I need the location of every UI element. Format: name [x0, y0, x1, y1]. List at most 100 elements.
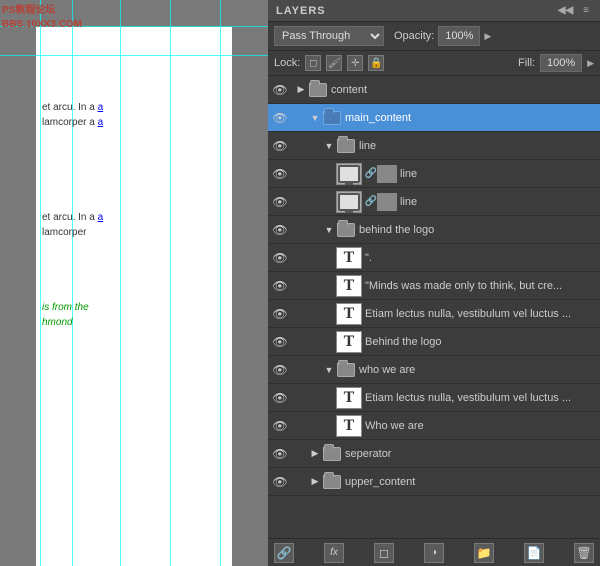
- text1-link2: a: [98, 117, 104, 128]
- text1-line2: lamcorper a: [42, 117, 95, 128]
- text2-line2: lamcorper: [42, 225, 103, 240]
- visibility-icon[interactable]: 👁: [270, 216, 290, 244]
- layer-delete-btn[interactable]: 🗑: [574, 543, 594, 563]
- layer-name: "Minds was made only to think, but cre..…: [365, 280, 598, 292]
- layer-name: Etiam lectus nulla, vestibulum vel luctu…: [365, 308, 598, 320]
- lock-pixel-btn[interactable]: ◻: [305, 55, 321, 71]
- layer-row[interactable]: 👁 T Behind the logo: [268, 328, 600, 356]
- layer-name: line: [400, 168, 598, 180]
- layer-group-btn[interactable]: 📁: [474, 543, 494, 563]
- layer-fx-btn[interactable]: fx: [324, 543, 344, 563]
- layer-name: Behind the logo: [365, 336, 598, 348]
- visibility-icon[interactable]: 👁: [270, 160, 290, 188]
- panel-title: LAYERS: [276, 5, 326, 17]
- visibility-icon[interactable]: 👁: [270, 412, 290, 440]
- text2-link: a: [98, 212, 104, 223]
- visibility-icon[interactable]: 👁: [270, 468, 290, 496]
- fill-label: Fill:: [518, 57, 535, 69]
- layers-list: 👁 ▶ content 👁 ▼ main_content 👁 ▼ line 👁: [268, 76, 600, 538]
- lock-label: Lock:: [274, 57, 300, 69]
- visibility-icon[interactable]: 👁: [270, 188, 290, 216]
- layer-row[interactable]: 👁 🔗 line: [268, 160, 600, 188]
- toolbar-row2: Lock: ◻ 🖌 ✛ 🔒 Fill: ▶: [268, 51, 600, 76]
- layer-row[interactable]: 👁 T ".: [268, 244, 600, 272]
- layer-thumbnail: T: [336, 415, 362, 437]
- layer-row[interactable]: 👁 ▼ main_content: [268, 104, 600, 132]
- opacity-arrow[interactable]: ▶: [484, 31, 491, 42]
- layer-name: ".: [365, 252, 598, 264]
- layer-name: upper_content: [345, 476, 598, 488]
- visibility-icon[interactable]: 👁: [270, 244, 290, 272]
- panel-menu-btn[interactable]: ≡: [580, 5, 592, 16]
- expand-triangle[interactable]: ▶: [308, 440, 322, 468]
- link-chain-icon: 🔗: [365, 163, 377, 185]
- lock-move-btn[interactable]: ✛: [347, 55, 363, 71]
- layer-row[interactable]: 👁 T Etiam lectus nulla, vestibulum vel l…: [268, 300, 600, 328]
- panel-header-controls: ◀◀ ≡: [555, 5, 592, 16]
- text3-line2: hmond: [42, 315, 89, 330]
- text3-line1: is from the: [42, 300, 89, 315]
- panel-bottom-toolbar: 🔗 fx ◻ ◑ 📁 📄 🗑: [268, 538, 600, 566]
- visibility-icon[interactable]: 👁: [270, 76, 290, 104]
- layer-mask-btn[interactable]: ◻: [374, 543, 394, 563]
- expand-triangle[interactable]: ▼: [308, 104, 322, 132]
- visibility-icon[interactable]: 👁: [270, 328, 290, 356]
- layer-thumbnail: [336, 191, 362, 213]
- layer-row[interactable]: 👁 🔗 line: [268, 188, 600, 216]
- layer-row[interactable]: 👁 T Etiam lectus nulla, vestibulum vel l…: [268, 384, 600, 412]
- visibility-icon[interactable]: 👁: [270, 300, 290, 328]
- layer-new-btn[interactable]: 📄: [524, 543, 544, 563]
- folder-icon: [336, 220, 356, 240]
- toolbar-row1: Pass Through Opacity: ▶: [268, 22, 600, 51]
- layer-name: content: [331, 84, 598, 96]
- layer-name: Etiam lectus nulla, vestibulum vel luctu…: [365, 392, 598, 404]
- expand-triangle[interactable]: ▶: [294, 76, 308, 104]
- folder-icon: [322, 108, 342, 128]
- blend-mode-select[interactable]: Pass Through: [274, 26, 384, 46]
- watermark: PS教程论坛 BBS.10XX3.COM: [2, 4, 82, 32]
- layer-name: who we are: [359, 364, 598, 376]
- layer-row[interactable]: 👁 ▶ upper_content: [268, 468, 600, 496]
- panel-header: LAYERS ◀◀ ≡: [268, 0, 600, 22]
- panel-collapse-btn[interactable]: ◀◀: [555, 5, 576, 16]
- layer-link-btn[interactable]: 🔗: [274, 543, 294, 563]
- expand-triangle[interactable]: ▶: [308, 468, 322, 496]
- layers-panel: LAYERS ◀◀ ≡ Pass Through Opacity: ▶ Lock…: [268, 0, 600, 566]
- folder-icon: [336, 136, 356, 156]
- fill-arrow[interactable]: ▶: [587, 58, 594, 69]
- layer-thumbnail: [336, 163, 362, 185]
- lock-all-btn[interactable]: 🔒: [368, 55, 384, 71]
- canvas-text-block1: et arcu. In a a lamcorper a a: [42, 100, 103, 130]
- visibility-icon[interactable]: 👁: [270, 356, 290, 384]
- folder-icon: [322, 444, 342, 464]
- expand-triangle[interactable]: ▼: [322, 356, 336, 384]
- visibility-icon[interactable]: 👁: [270, 272, 290, 300]
- layer-row[interactable]: 👁 ▼ who we are: [268, 356, 600, 384]
- canvas-text-block2: et arcu. In a a lamcorper: [42, 210, 103, 240]
- layer-row[interactable]: 👁 ▶ seperator: [268, 440, 600, 468]
- lock-paint-btn[interactable]: 🖌: [326, 55, 342, 71]
- opacity-input[interactable]: [438, 26, 480, 46]
- expand-triangle[interactable]: ▼: [322, 132, 336, 160]
- text1-line1: et arcu. In a: [42, 102, 95, 113]
- expand-triangle[interactable]: ▼: [322, 216, 336, 244]
- link-chain-icon: 🔗: [365, 191, 377, 213]
- fill-input[interactable]: [540, 54, 582, 72]
- layer-row[interactable]: 👁 T "Minds was made only to think, but c…: [268, 272, 600, 300]
- layer-adjustment-btn[interactable]: ◑: [424, 543, 444, 563]
- layer-name: line: [400, 196, 598, 208]
- visibility-icon[interactable]: 👁: [270, 104, 290, 132]
- layer-row[interactable]: 👁 ▼ behind the logo: [268, 216, 600, 244]
- canvas-text-block3: is from the hmond: [42, 300, 89, 330]
- layer-thumbnail: T: [336, 331, 362, 353]
- text2-line1: et arcu. In a: [42, 212, 95, 223]
- visibility-icon[interactable]: 👁: [270, 440, 290, 468]
- layer-name: Who we are: [365, 420, 598, 432]
- opacity-label: Opacity:: [394, 30, 434, 42]
- layer-row[interactable]: 👁 T Who we are: [268, 412, 600, 440]
- visibility-icon[interactable]: 👁: [270, 132, 290, 160]
- layer-row[interactable]: 👁 ▼ line: [268, 132, 600, 160]
- visibility-icon[interactable]: 👁: [270, 384, 290, 412]
- layer-name: main_content: [345, 112, 598, 124]
- layer-row[interactable]: 👁 ▶ content: [268, 76, 600, 104]
